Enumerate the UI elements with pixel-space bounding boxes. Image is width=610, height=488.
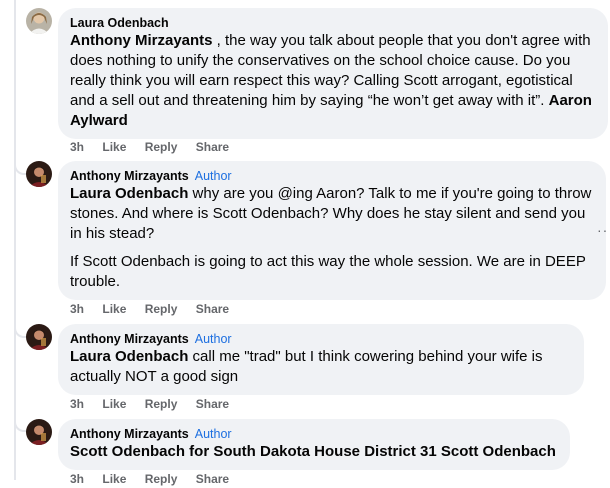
author-badge: Author: [194, 427, 232, 441]
mention-link[interactable]: Anthony Mirzayants: [70, 32, 213, 49]
comment-text-segment: If Scott Odenbach is going to act this w…: [70, 253, 586, 290]
like-button[interactable]: Like: [102, 472, 126, 486]
reply-button[interactable]: Reply: [145, 140, 178, 154]
comment-bubble: Anthony Mirzayants Author Laura Odenbach …: [58, 324, 584, 395]
author-badge: Author: [194, 332, 232, 346]
thread-line: [14, 0, 16, 480]
share-button[interactable]: Share: [196, 302, 229, 316]
comment-text: Anthony Mirzayants , the way you talk ab…: [70, 31, 596, 131]
comment-bubble: Anthony Mirzayants Author Scott Odenbach …: [58, 419, 570, 470]
reply-button[interactable]: Reply: [145, 302, 178, 316]
avatar-anthony-mirzayants-icon[interactable]: [26, 161, 52, 187]
avatar-anthony-mirzayants-icon[interactable]: [26, 324, 52, 350]
comment-text: Laura Odenbach call me "trad" but I thin…: [70, 347, 572, 387]
mention-link[interactable]: Scott Odenbach for South Dakota House Di…: [70, 443, 556, 460]
share-button[interactable]: Share: [196, 472, 229, 486]
comment-bubble: Anthony Mirzayants Author Laura Odenbach …: [58, 161, 606, 300]
comment-author-row: Anthony Mirzayants Author: [70, 331, 572, 347]
share-button[interactable]: Share: [196, 140, 229, 154]
like-button[interactable]: Like: [102, 140, 126, 154]
like-button[interactable]: Like: [102, 302, 126, 316]
share-button[interactable]: Share: [196, 397, 229, 411]
comment-timestamp[interactable]: 3h: [70, 302, 84, 316]
comment-text: Scott Odenbach for South Dakota House Di…: [70, 442, 558, 462]
comment-author-name[interactable]: Anthony Mirzayants: [70, 169, 189, 183]
comment-actions: 3h Like Reply Share: [70, 140, 244, 154]
comment-text: Laura Odenbach why are you @ing Aaron? T…: [70, 184, 594, 244]
comment-author-row: Anthony Mirzayants Author: [70, 168, 594, 184]
comment-timestamp[interactable]: 3h: [70, 140, 84, 154]
more-options-icon[interactable]: ··: [597, 222, 608, 238]
reply-button[interactable]: Reply: [145, 472, 178, 486]
comment-actions: 3h Like Reply Share: [70, 302, 244, 316]
comment-author-row: Anthony Mirzayants Author: [70, 426, 558, 442]
comment-bubble: Laura Odenbach Anthony Mirzayants , the …: [58, 8, 608, 139]
comment-author-name[interactable]: Laura Odenbach: [70, 16, 169, 30]
comment-text: If Scott Odenbach is going to act this w…: [70, 252, 594, 292]
mention-link[interactable]: Laura Odenbach: [70, 185, 188, 202]
reply-button[interactable]: Reply: [145, 397, 178, 411]
author-badge: Author: [194, 169, 232, 183]
comment-actions: 3h Like Reply Share: [70, 472, 244, 486]
mention-link[interactable]: Laura Odenbach: [70, 348, 188, 365]
comment-author-name[interactable]: Anthony Mirzayants: [70, 427, 189, 441]
comment-author-name[interactable]: Anthony Mirzayants: [70, 332, 189, 346]
avatar-anthony-mirzayants-icon[interactable]: [26, 419, 52, 445]
comment-author-row: Laura Odenbach: [70, 15, 596, 31]
like-button[interactable]: Like: [102, 397, 126, 411]
avatar-laura-odenbach-icon[interactable]: [26, 8, 52, 34]
comment-timestamp[interactable]: 3h: [70, 397, 84, 411]
comment-timestamp[interactable]: 3h: [70, 472, 84, 486]
comment-actions: 3h Like Reply Share: [70, 397, 244, 411]
